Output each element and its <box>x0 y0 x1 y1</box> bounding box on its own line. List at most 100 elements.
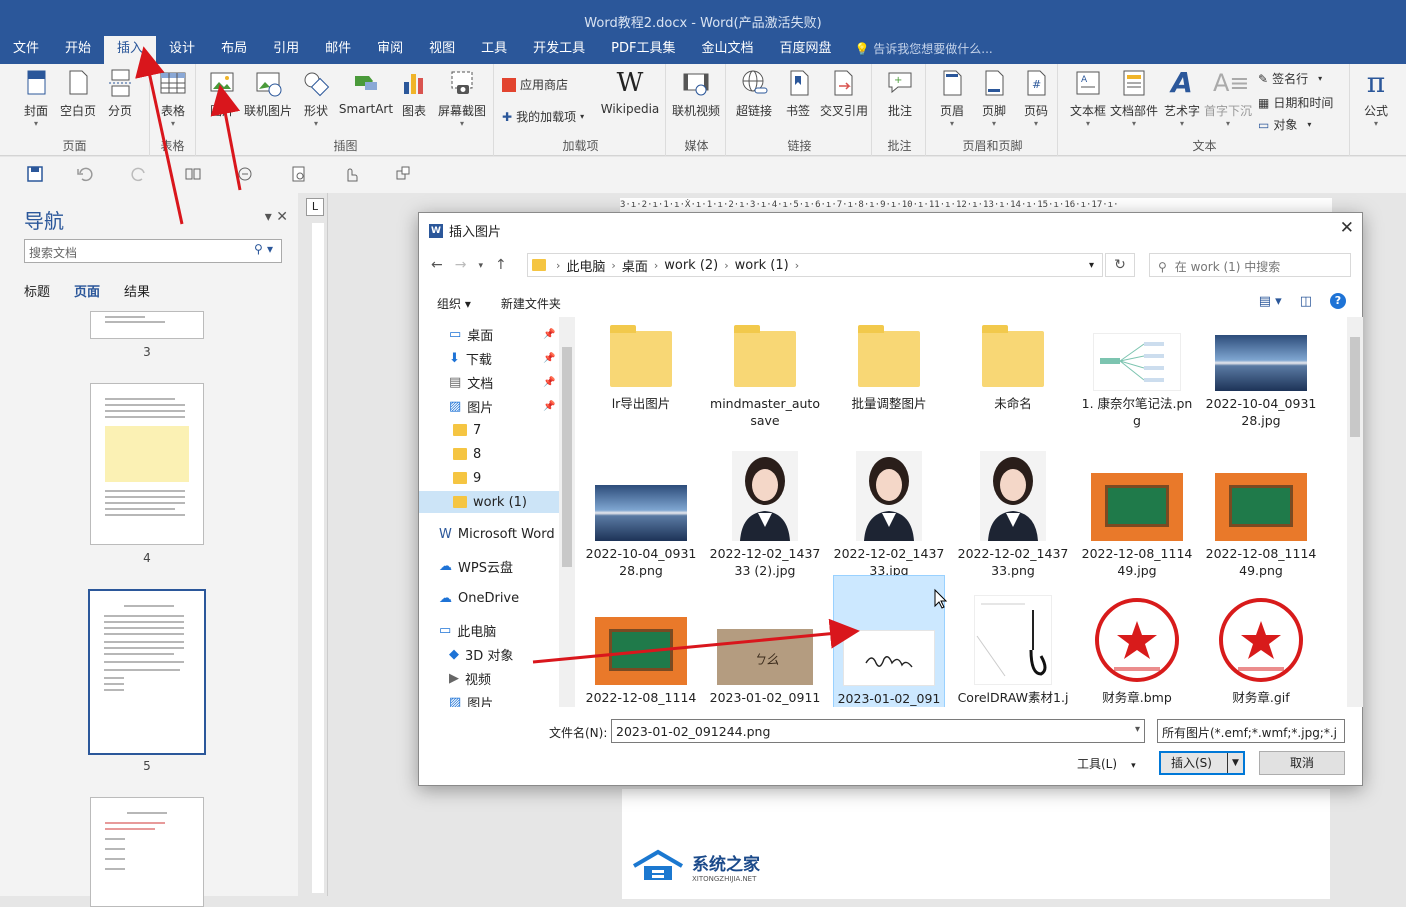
page-break-button[interactable]: 分页 <box>96 68 144 119</box>
tree-item[interactable]: ▶ 视频 <box>419 667 559 689</box>
page-number-button[interactable]: # 页码 ▾ <box>1012 68 1060 128</box>
file-item[interactable]: 2022-12-02_143733 (2).jpg <box>709 433 821 578</box>
footer-button[interactable]: 页脚 ▾ <box>970 68 1018 128</box>
tree-item[interactable]: ▨ 图片 <box>419 691 559 708</box>
nav-search-input[interactable]: 搜索文档 ⚲ ▾ <box>24 239 282 263</box>
breadcrumb-item[interactable]: 桌面 <box>622 256 648 275</box>
blank-page-button[interactable]: 空白页 <box>54 68 102 119</box>
page-thumbnail[interactable] <box>90 383 204 545</box>
tree-item[interactable]: ☁ OneDrive <box>419 587 559 609</box>
insert-split-arrow[interactable]: ▼ <box>1227 753 1243 773</box>
preview-pane-icon[interactable]: ◫ <box>1300 294 1312 309</box>
object-button[interactable]: ▭ 对象 ▾ <box>1258 116 1311 133</box>
file-item[interactable]: CorelDRAW素材1.jpg <box>957 575 1069 707</box>
file-item[interactable]: 未命名 <box>957 317 1069 427</box>
page-thumbnail[interactable] <box>90 797 204 907</box>
chart-button[interactable]: 图表 <box>390 68 438 119</box>
redo-icon[interactable] <box>130 165 148 183</box>
address-bar[interactable]: › 此电脑 › 桌面 › work (2) › work (1) › ▾ <box>527 253 1103 277</box>
forward-arrow-icon[interactable]: → <box>455 257 467 275</box>
quick-parts-button[interactable]: 文档部件 ▾ <box>1110 68 1158 128</box>
tools-dropdown[interactable]: 工具(L) ▾ <box>1077 755 1136 772</box>
file-item[interactable]: 财务章.bmp <box>1081 575 1193 707</box>
back-arrow-icon[interactable]: ← <box>431 257 443 275</box>
tree-item[interactable]: ◆ 3D 对象 <box>419 643 559 665</box>
file-item[interactable]: 2022-10-04_093128.png <box>585 433 697 578</box>
chevron-down-icon[interactable]: ▾ <box>1135 724 1140 735</box>
breadcrumb-item[interactable]: work (1) <box>735 258 789 273</box>
file-item[interactable]: 2022-12-02_143733.jpg <box>833 433 945 578</box>
tree-item[interactable]: work (1) <box>419 491 559 513</box>
tab-5[interactable]: 引用 <box>260 36 312 64</box>
folder-search-input[interactable]: ⚲ 在 work (1) 中搜索 <box>1149 253 1351 277</box>
up-arrow-icon[interactable]: ↑ <box>495 257 507 275</box>
wordart-button[interactable]: A 艺术字 ▾ <box>1158 68 1206 129</box>
tab-13[interactable]: 百度网盘 <box>767 36 845 64</box>
tab-7[interactable]: 审阅 <box>364 36 416 64</box>
date-time-button[interactable]: ▦ 日期和时间 <box>1258 94 1333 111</box>
help-icon[interactable]: ? <box>1330 293 1346 309</box>
file-item[interactable]: 2022-12-08_111449_副本.png <box>585 575 697 707</box>
touch-mode-icon[interactable] <box>342 165 360 183</box>
tab-1[interactable]: 开始 <box>52 36 104 64</box>
tree-item[interactable]: W Microsoft Word <box>419 523 559 545</box>
tell-me-search[interactable]: 💡 告诉我您想要做什么... <box>845 36 993 64</box>
screenshot-button[interactable]: 屏幕截图 ▾ <box>434 68 490 128</box>
equation-button[interactable]: π 公式 ▾ <box>1352 68 1400 129</box>
insert-button[interactable]: 插入(S) ▼ <box>1159 751 1245 775</box>
header-button[interactable]: 页眉 ▾ <box>928 68 976 128</box>
tab-0[interactable]: 文件 <box>0 36 52 64</box>
undo-icon[interactable] <box>76 165 94 183</box>
cross-reference-button[interactable]: 交叉引用 <box>818 68 870 119</box>
tree-item[interactable]: ▭ 此电脑 <box>419 619 559 641</box>
signature-line-button[interactable]: ✎ 签名行 ▾ <box>1258 70 1322 87</box>
print-preview-icon[interactable] <box>290 165 308 183</box>
tab-8[interactable]: 视图 <box>416 36 468 64</box>
tree-item[interactable]: ▭ 桌面 📌 <box>419 323 559 345</box>
smartart-button[interactable]: SmartArt <box>338 68 394 116</box>
file-item[interactable]: 2022-12-08_111449.png <box>1205 433 1317 578</box>
file-item[interactable]: 1. 康奈尔笔记法.png <box>1081 317 1193 428</box>
file-item[interactable]: 财务章.gif <box>1205 575 1317 707</box>
recent-dropdown-icon[interactable]: ▾ <box>478 257 483 275</box>
tree-item[interactable]: ▨ 图片 📌 <box>419 395 559 417</box>
tree-item[interactable]: 9 <box>419 467 559 489</box>
tab-selector-button[interactable]: L <box>306 198 324 216</box>
file-item[interactable]: ㄅ么 2023-01-02_091132.png <box>709 575 821 707</box>
customize-icon[interactable] <box>394 165 412 183</box>
shapes-button[interactable]: 形状 ▾ <box>292 68 340 128</box>
file-scrollbar[interactable] <box>1347 317 1363 707</box>
tab-2[interactable]: 插入 <box>104 36 157 64</box>
tree-item[interactable]: ⬇ 下载 📌 <box>419 347 559 369</box>
file-item[interactable]: 2022-12-08_111449.jpg <box>1081 433 1193 578</box>
breadcrumb-item[interactable]: 此电脑 <box>566 256 605 275</box>
comment-button[interactable]: + 批注 <box>876 68 924 119</box>
wikipedia-button[interactable]: W Wikipedia <box>600 68 660 116</box>
drop-cap-button[interactable]: A≡ 首字下沉 ▾ <box>1202 68 1254 128</box>
view-mode-icon[interactable]: ▤ ▾ <box>1259 294 1282 309</box>
my-addins-button[interactable]: ✚ 我的加载项 ▾ <box>502 108 584 125</box>
tree-item[interactable]: ▤ 文档 📌 <box>419 371 559 393</box>
columns-icon[interactable] <box>184 165 202 183</box>
nav-tab-headings[interactable]: 标题 <box>24 281 50 300</box>
tab-6[interactable]: 邮件 <box>312 36 364 64</box>
address-dropdown-icon[interactable]: ▾ <box>1089 260 1094 271</box>
tree-item[interactable]: 8 <box>419 443 559 465</box>
tab-12[interactable]: 金山文档 <box>689 36 767 64</box>
page-thumbnail-selected[interactable] <box>88 589 206 755</box>
bookmark-button[interactable]: 书签 <box>774 68 822 119</box>
file-item[interactable]: mindmaster_autosave <box>709 317 821 428</box>
hyperlink-button[interactable]: 超链接 <box>730 68 778 119</box>
file-item[interactable]: 2022-12-02_143733.png <box>957 433 1069 578</box>
tab-10[interactable]: 开发工具 <box>520 36 598 64</box>
filetype-select[interactable]: 所有图片(*.emf;*.wmf;*.jpg;*.j <box>1157 719 1345 743</box>
file-item[interactable]: 2023-01-02_091244.png <box>833 575 945 707</box>
store-button[interactable]: 应用商店 <box>502 76 568 93</box>
online-video-button[interactable]: 联机视频 <box>672 68 720 119</box>
cancel-button[interactable]: 取消 <box>1259 751 1345 775</box>
new-folder-button[interactable]: 新建文件夹 <box>501 295 561 312</box>
tab-3[interactable]: 设计 <box>156 36 208 64</box>
breadcrumb-item[interactable]: work (2) <box>664 258 718 273</box>
nav-tab-results[interactable]: 结果 <box>124 281 150 300</box>
tab-9[interactable]: 工具 <box>468 36 520 64</box>
